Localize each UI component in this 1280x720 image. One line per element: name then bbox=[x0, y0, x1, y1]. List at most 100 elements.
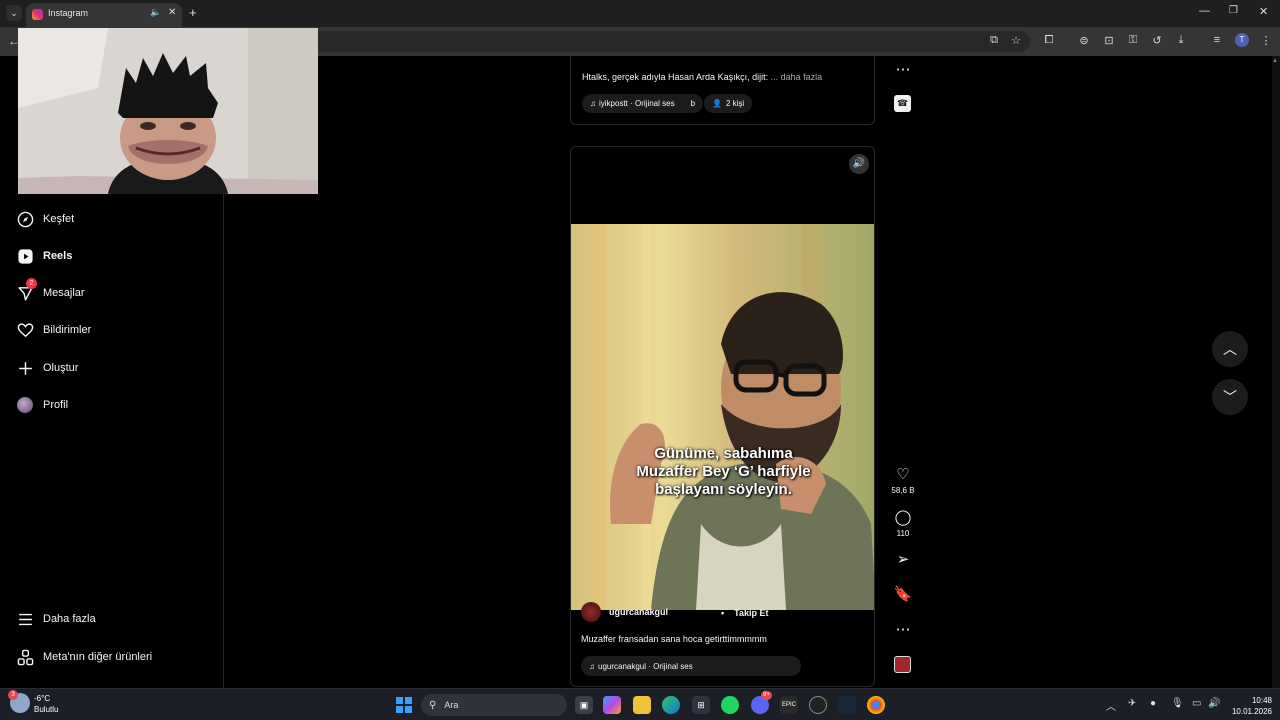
sidebar-item-more[interactable]: Daha fazla bbox=[16, 608, 96, 630]
tab-title: Instagram bbox=[48, 8, 89, 18]
send-icon: ➢ bbox=[896, 551, 910, 568]
scroll-up-icon[interactable]: ▲ bbox=[1272, 58, 1278, 64]
speaker-icon[interactable]: 🔊 bbox=[849, 154, 869, 174]
sidebar-item-explore[interactable]: Keşfet bbox=[16, 208, 74, 230]
heart-icon bbox=[16, 321, 34, 339]
extensions-icon[interactable]: ⧠ bbox=[1042, 34, 1056, 47]
password-key-icon[interactable]: ⚿ bbox=[1126, 34, 1140, 47]
weather-temperature: -6°C bbox=[34, 694, 51, 703]
sidebar-item-profile[interactable]: Profil bbox=[16, 394, 68, 416]
tagged-people-chip[interactable]: 👤 2 kişi bbox=[704, 94, 753, 113]
tab-search-button[interactable]: ⌄ bbox=[6, 5, 22, 21]
hamburger-icon bbox=[16, 610, 34, 628]
sidebar-item-label: Profil bbox=[43, 399, 69, 411]
store-icon[interactable]: ⊞ bbox=[692, 696, 710, 714]
speaker-muted-icon[interactable]: 🔈 bbox=[150, 7, 161, 18]
reel-author[interactable]: ugurcanakgul bbox=[581, 602, 668, 622]
save-button[interactable]: 🔖 bbox=[890, 586, 916, 604]
reel-video[interactable] bbox=[571, 224, 874, 610]
reading-list-icon[interactable]: ≡ bbox=[1210, 34, 1224, 46]
sidebar-item-create[interactable]: Oluştur bbox=[16, 357, 78, 379]
sidebar-item-label: Bildirimler bbox=[43, 324, 92, 336]
tray-app-icon[interactable]: ● bbox=[1150, 698, 1156, 709]
webcam-overlay bbox=[18, 28, 318, 194]
more-options-button[interactable]: ⋯ bbox=[890, 61, 916, 79]
comment-icon: ◯ bbox=[894, 509, 912, 526]
window-close-button[interactable]: ✕ bbox=[1259, 5, 1268, 18]
tray-app-icon[interactable]: ✈ bbox=[1128, 698, 1136, 709]
microphone-icon[interactable]: 🎙 bbox=[1171, 698, 1184, 709]
copilot-icon[interactable] bbox=[603, 696, 621, 714]
audio-chip[interactable]: ♫ ugurcanakgul · Orijinal ses bbox=[581, 656, 801, 676]
sidebar-item-messages[interactable]: 2 Mesajlar bbox=[16, 278, 85, 304]
sidebar-item-meta-products[interactable]: Meta'nın diğer ürünleri bbox=[16, 646, 152, 668]
username[interactable]: ugurcanakgul bbox=[609, 607, 668, 617]
compass-icon bbox=[16, 210, 34, 228]
bookmark-icon: 🔖 bbox=[893, 586, 913, 603]
reels-icon bbox=[16, 247, 34, 265]
messenger-icon: 2 bbox=[16, 278, 37, 302]
minimize-button[interactable]: — bbox=[1199, 5, 1210, 17]
tray-overflow-icon[interactable]: ︿ bbox=[1106, 698, 1116, 713]
spotify-icon[interactable] bbox=[721, 696, 739, 714]
new-tab-button[interactable]: + bbox=[189, 5, 197, 20]
edge-icon[interactable] bbox=[662, 696, 680, 714]
search-icon: ⚲ bbox=[429, 699, 437, 711]
separator-dot: • bbox=[721, 607, 725, 618]
cloud-icon: 3 bbox=[8, 690, 30, 713]
share-button[interactable]: ➢ bbox=[890, 551, 916, 569]
weather-widget[interactable]: 3 -6°C Bulutlu bbox=[8, 690, 58, 715]
reel-card: 🔊 Günüme, sabahıma Muzaffer Bey ‘G’ harf… bbox=[570, 146, 875, 687]
discord-icon[interactable]: 9+ bbox=[751, 691, 772, 714]
restore-button[interactable]: ❐ bbox=[1229, 5, 1238, 16]
sidebar-item-label: Reels bbox=[43, 250, 73, 262]
profile-avatar[interactable]: T bbox=[1235, 33, 1249, 47]
sidebar-item-notifications[interactable]: Bildirimler bbox=[16, 319, 91, 341]
file-explorer-icon[interactable] bbox=[633, 696, 651, 714]
more-options-button[interactable]: ⋯ bbox=[890, 621, 916, 639]
next-reel-button[interactable]: ﹀ bbox=[1212, 379, 1248, 415]
volume-icon[interactable]: 🔊 bbox=[1208, 698, 1220, 709]
sidebar-item-label: Keşfet bbox=[43, 213, 75, 225]
avatar[interactable] bbox=[581, 602, 601, 622]
date: 10.01.2026 bbox=[1231, 707, 1272, 716]
address-bar[interactable] bbox=[300, 31, 1030, 52]
follow-button[interactable]: • Takip Et bbox=[721, 604, 769, 621]
network-icon[interactable]: ▭ bbox=[1192, 698, 1201, 709]
adblock-icon[interactable]: ⊜ bbox=[1077, 34, 1091, 47]
previous-reel-button[interactable]: ︿ bbox=[1212, 331, 1248, 367]
bookmark-star-icon[interactable]: ☆ bbox=[1009, 34, 1023, 47]
audio-thumbnail[interactable]: ☎ bbox=[894, 95, 911, 112]
history-icon[interactable]: ↺ bbox=[1150, 34, 1164, 47]
xbox-icon[interactable] bbox=[809, 696, 827, 714]
like-count: 58,6 B bbox=[891, 486, 915, 495]
heart-icon: ♡ bbox=[896, 466, 910, 483]
audio-chip[interactable]: ♫ iyikpostt · Orijinal ses b bbox=[582, 94, 704, 113]
task-view-icon[interactable]: ▣ bbox=[575, 696, 593, 714]
translate-icon[interactable]: ⊡ bbox=[1102, 34, 1116, 47]
close-tab-icon[interactable]: ✕ bbox=[168, 7, 176, 18]
music-note-icon: ♫ bbox=[590, 99, 596, 108]
epic-games-icon[interactable]: EPIC bbox=[780, 696, 798, 714]
browser-tab[interactable]: Instagram 🔈 ✕ bbox=[26, 3, 182, 27]
steam-icon[interactable] bbox=[838, 696, 856, 714]
reel-caption[interactable]: Muzaffer fransadan sana hoca getirttimmm… bbox=[581, 634, 767, 644]
comment-button[interactable]: ◯ 110 bbox=[890, 509, 916, 538]
post-caption[interactable]: Htalks, gerçek adıyla Hasan Arda Kaşıkçı… bbox=[582, 72, 822, 82]
video-subtitle: Günüme, sabahıma Muzaffer Bey ‘G’ harfiy… bbox=[636, 445, 811, 498]
windows-start-icon[interactable] bbox=[396, 697, 412, 713]
download-icon[interactable]: ⤓ bbox=[1174, 34, 1188, 47]
install-app-icon[interactable]: ⧉ bbox=[987, 34, 1001, 47]
kebab-menu-icon[interactable]: ⋮ bbox=[1259, 34, 1273, 47]
taskbar-search[interactable]: ⚲ Ara bbox=[421, 694, 567, 716]
clock[interactable]: 10:48 10.01.2026 bbox=[1228, 695, 1272, 717]
scrollbar[interactable] bbox=[1272, 56, 1280, 688]
windows-taskbar: 3 -6°C Bulutlu ⚲ Ara ▣ ⊞ 9+ EPIC ︿ ✈ ● 🎙… bbox=[0, 688, 1280, 720]
more-link[interactable]: ... daha fazla bbox=[771, 72, 823, 82]
chrome-icon[interactable] bbox=[867, 696, 885, 714]
sidebar-item-reels[interactable]: Reels bbox=[16, 245, 72, 267]
instagram-icon bbox=[32, 9, 43, 20]
like-button[interactable]: ♡ 58,6 B bbox=[890, 466, 916, 495]
comment-count: 110 bbox=[896, 529, 910, 538]
audio-thumbnail[interactable] bbox=[894, 656, 911, 673]
